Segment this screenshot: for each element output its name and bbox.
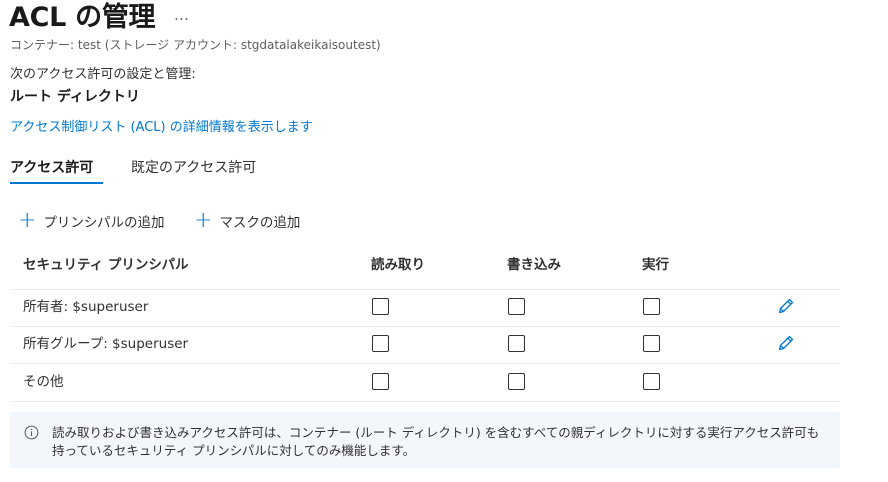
- column-header-principal: セキュリティ プリンシパル: [23, 257, 189, 273]
- column-header-write: 書き込み: [507, 257, 561, 273]
- page-subtitle: コンテナー: test (ストレージ アカウント: stgdatalakeika…: [10, 38, 381, 52]
- principal-owning-group: 所有グループ: $superuser: [23, 336, 189, 352]
- description-text: 次のアクセス許可の設定と管理:: [10, 67, 196, 82]
- plus-icon: +: [194, 208, 213, 233]
- tab-default-permissions[interactable]: 既定のアクセス許可: [131, 158, 256, 178]
- column-header-execute: 実行: [642, 257, 669, 273]
- owner-write-checkbox[interactable]: [508, 298, 525, 315]
- owner-execute-checkbox[interactable]: [643, 298, 660, 315]
- other-execute-checkbox[interactable]: [643, 373, 660, 390]
- page-title: ACL の管理: [9, 2, 156, 33]
- plus-icon: +: [18, 208, 37, 233]
- more-options-button[interactable]: …: [174, 6, 190, 24]
- table-bottom-divider: [10, 401, 840, 402]
- tab-access-permissions[interactable]: アクセス許可: [10, 158, 93, 178]
- principal-other: その他: [23, 374, 64, 390]
- table-row: [10, 363, 840, 401]
- directory-name: ルート ディレクトリ: [10, 89, 140, 105]
- column-header-read: 読み取り: [371, 257, 425, 273]
- add-mask-label: マスクの追加: [219, 215, 301, 231]
- owner-read-checkbox[interactable]: [372, 298, 389, 315]
- edit-pencil-icon[interactable]: [776, 333, 796, 353]
- info-message-text: 読み取りおよび書き込みアクセス許可は、コンテナー (ルート ディレクトリ) を含…: [52, 425, 820, 458]
- add-principal-button[interactable]: + プリンシパルの追加: [18, 208, 165, 233]
- info-icon: [24, 425, 39, 440]
- principal-owner: 所有者: $superuser: [23, 299, 149, 315]
- add-mask-button[interactable]: + マスクの追加: [194, 208, 301, 233]
- group-execute-checkbox[interactable]: [643, 335, 660, 352]
- group-read-checkbox[interactable]: [372, 335, 389, 352]
- other-read-checkbox[interactable]: [372, 373, 389, 390]
- group-write-checkbox[interactable]: [508, 335, 525, 352]
- active-tab-indicator: [10, 182, 103, 184]
- edit-pencil-icon[interactable]: [776, 296, 796, 316]
- add-principal-label: プリンシパルの追加: [43, 215, 165, 231]
- acl-learn-more-link[interactable]: アクセス制御リスト (ACL) の詳細情報を表示します: [10, 119, 313, 136]
- other-write-checkbox[interactable]: [508, 373, 525, 390]
